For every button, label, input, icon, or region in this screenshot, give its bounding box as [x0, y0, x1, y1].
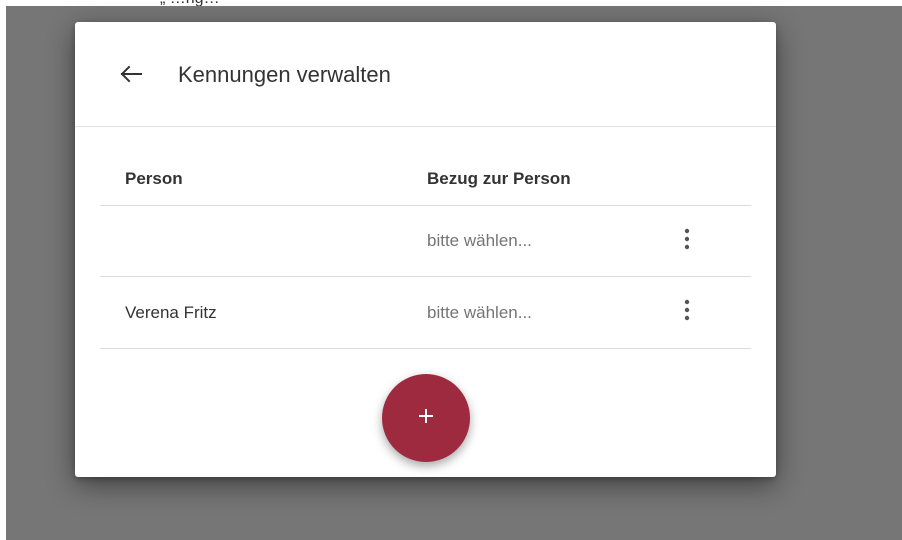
table-header-row: Person Bezug zur Person: [100, 152, 751, 206]
add-button[interactable]: [382, 374, 470, 462]
back-button[interactable]: [115, 60, 147, 92]
relation-select[interactable]: bitte wählen...: [427, 231, 532, 251]
more-vert-icon: [684, 299, 690, 326]
more-vert-icon: [684, 228, 690, 255]
column-header-person: Person: [125, 168, 183, 188]
person-cell: Verena Fritz: [125, 302, 217, 322]
arrow-left-icon: [120, 65, 142, 88]
row-menu-button[interactable]: [675, 227, 699, 255]
relation-select[interactable]: bitte wählen...: [427, 303, 532, 323]
plus-icon: [418, 408, 434, 429]
dialog-header: Kennungen verwalten: [75, 22, 776, 127]
table-row: bitte wählen...: [100, 206, 751, 277]
row-menu-button[interactable]: [675, 299, 699, 327]
dialog-title: Kennungen verwalten: [178, 62, 391, 87]
column-header-relation: Bezug zur Person: [427, 168, 571, 188]
manage-identifiers-dialog: Kennungen verwalten Person Bezug zur Per…: [75, 22, 776, 477]
table-row: Verena Fritz bitte wählen...: [100, 277, 751, 349]
identifiers-table: Person Bezug zur Person bitte wählen... …: [100, 152, 751, 349]
